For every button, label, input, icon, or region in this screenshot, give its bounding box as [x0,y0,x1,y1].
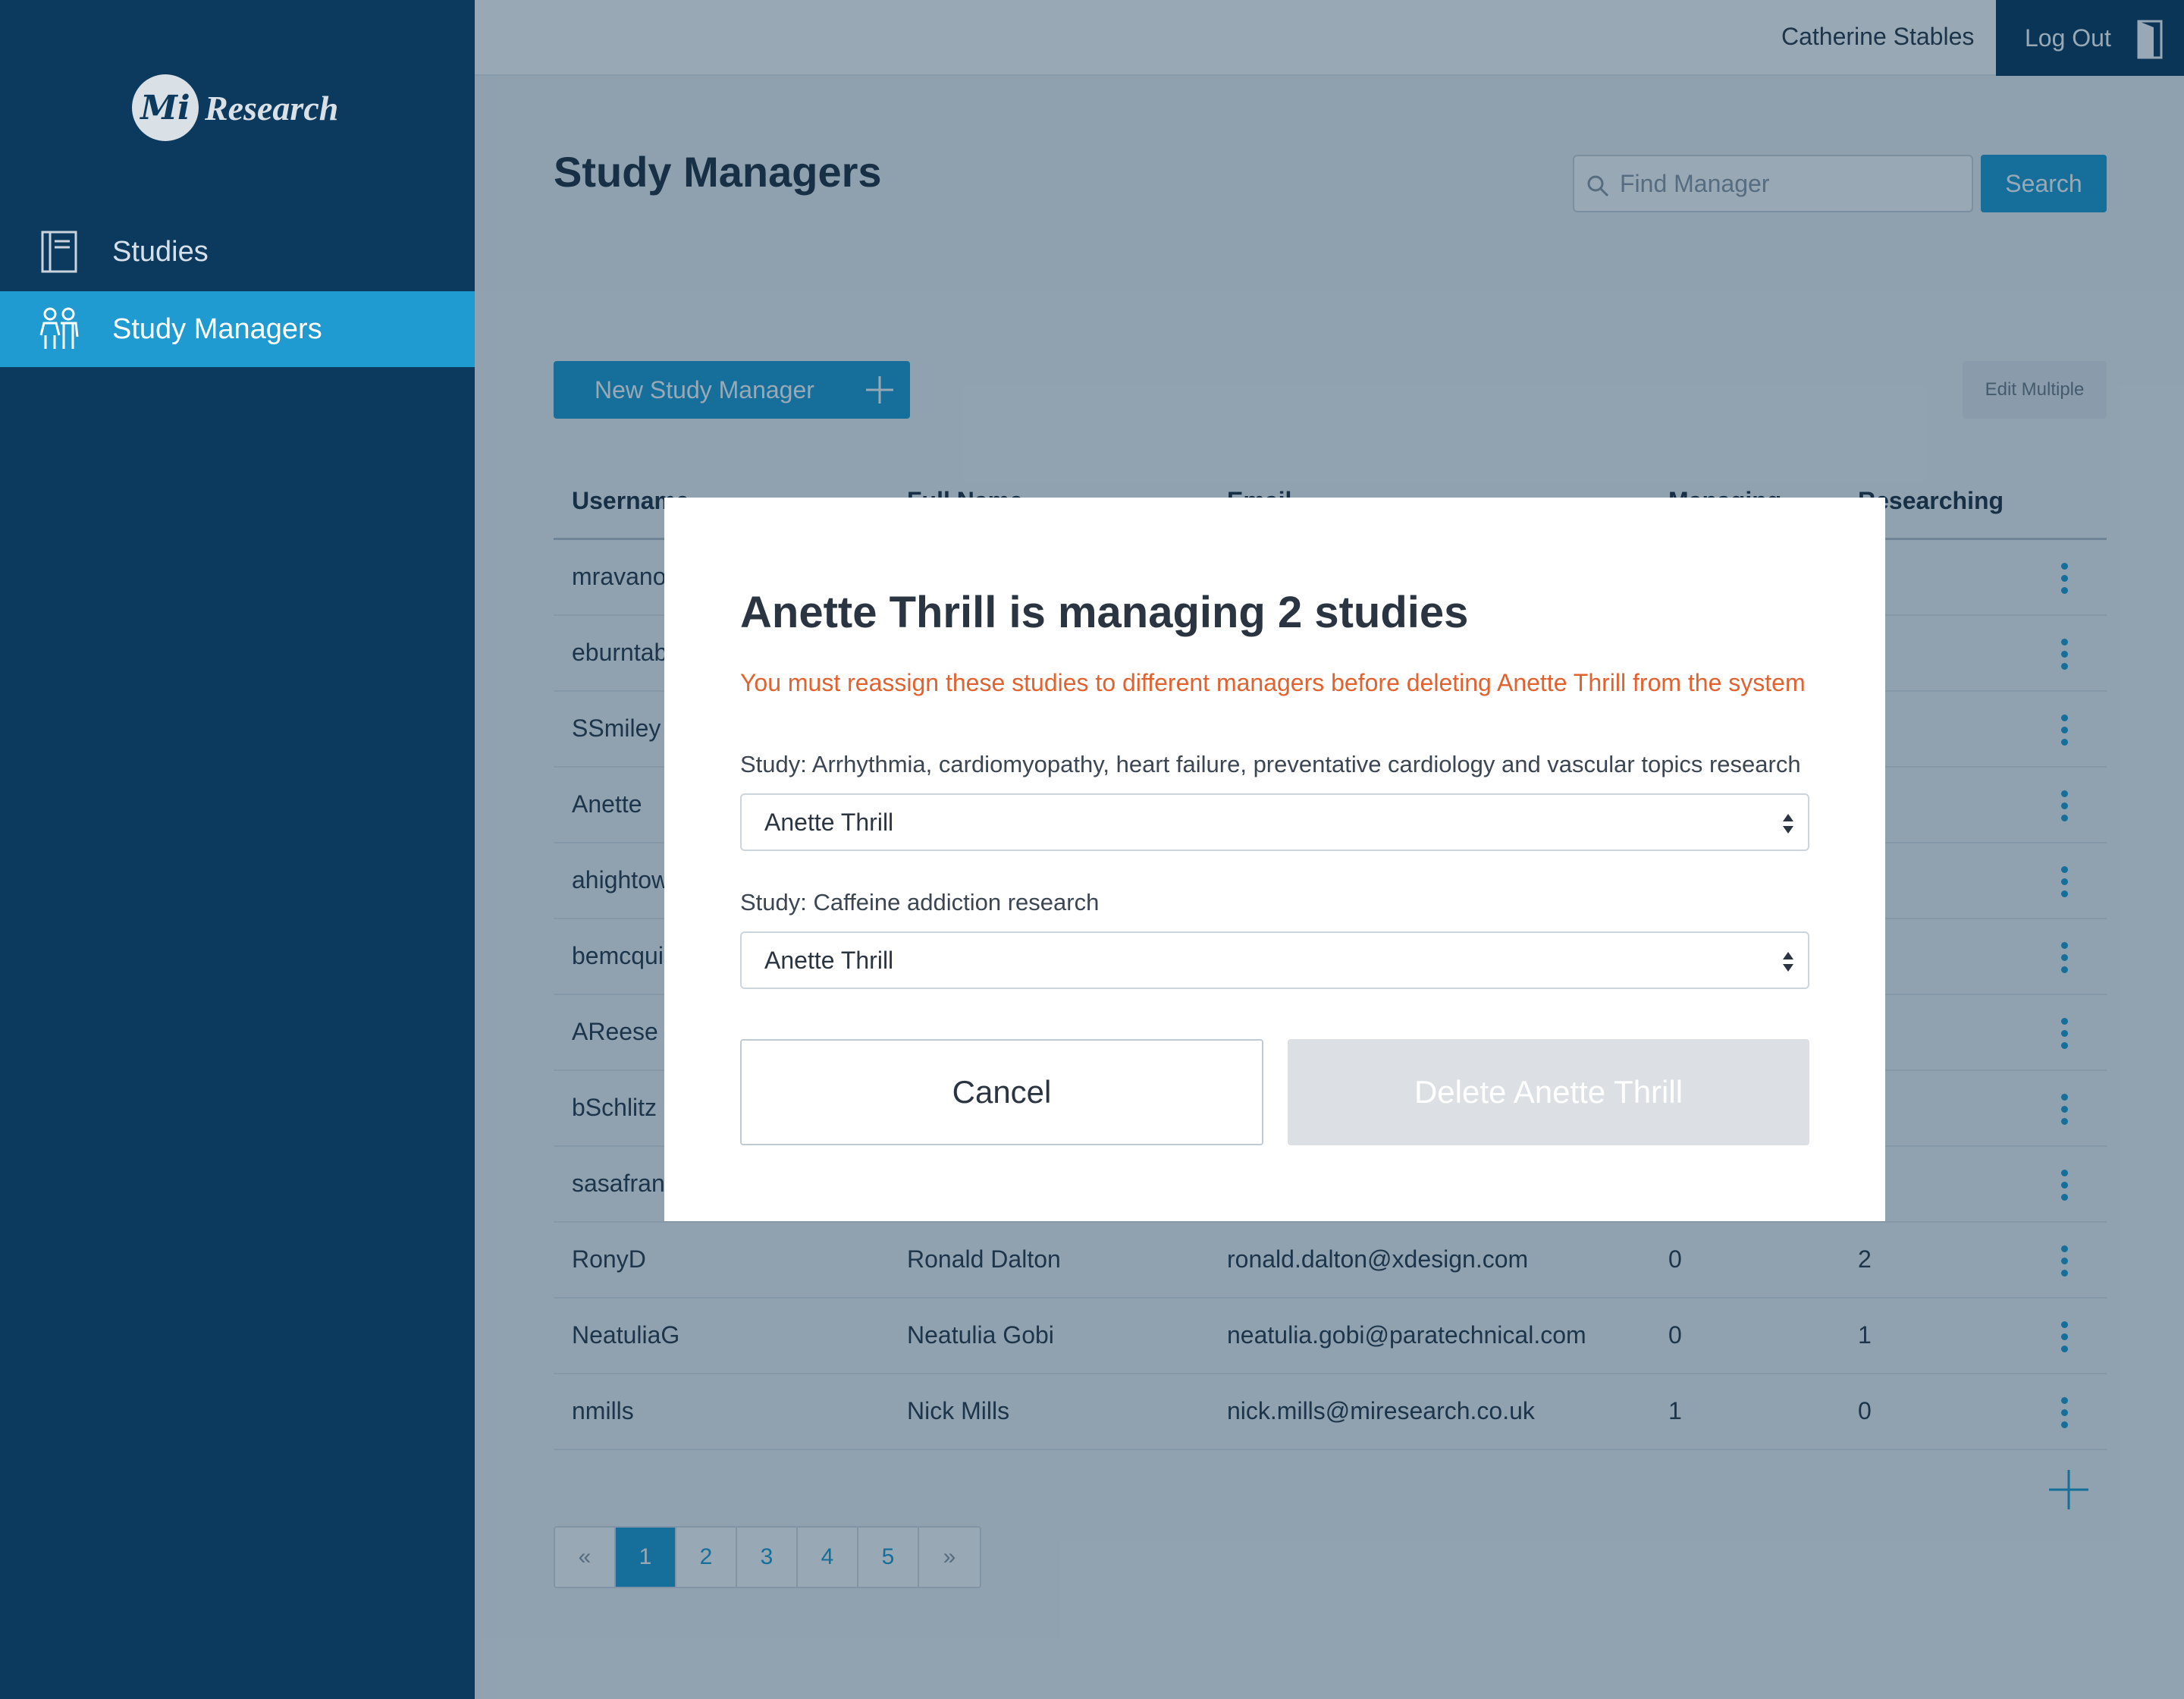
reassign-studies-dialog: Anette Thrill is managing 2 studies You … [664,498,1885,1221]
sidebar: Mi Research Studies Study Managers [0,0,475,1699]
study-label: Study: Arrhythmia, cardiomyopathy, heart… [740,751,1801,777]
dialog-warning: You must reassign these studies to diffe… [740,669,1806,696]
select-arrows-icon [1783,814,1793,834]
manager-select-value: Anette Thrill [764,808,894,836]
delete-manager-button[interactable]: Delete Anette Thrill [1288,1039,1809,1145]
cancel-button[interactable]: Cancel [740,1039,1263,1145]
manager-select-value: Anette Thrill [764,946,894,974]
select-arrows-icon [1783,952,1793,972]
people-icon [39,307,79,349]
sidebar-item-label: Study Managers [112,312,322,345]
manager-select[interactable]: Anette Thrill [740,931,1809,989]
sidebar-item-studies[interactable]: Studies [0,214,475,290]
logo-text: Research [205,88,339,127]
study-label: Study: Caffeine addiction research [740,889,1100,915]
book-icon [41,231,77,273]
dialog-title: Anette Thrill is managing 2 studies [740,588,1469,637]
app-logo[interactable]: Mi Research [132,74,338,141]
logo-mark: Mi [132,74,199,141]
sidebar-item-label: Studies [112,235,209,268]
manager-select[interactable]: Anette Thrill [740,793,1809,851]
sidebar-item-study-managers[interactable]: Study Managers [0,291,475,367]
